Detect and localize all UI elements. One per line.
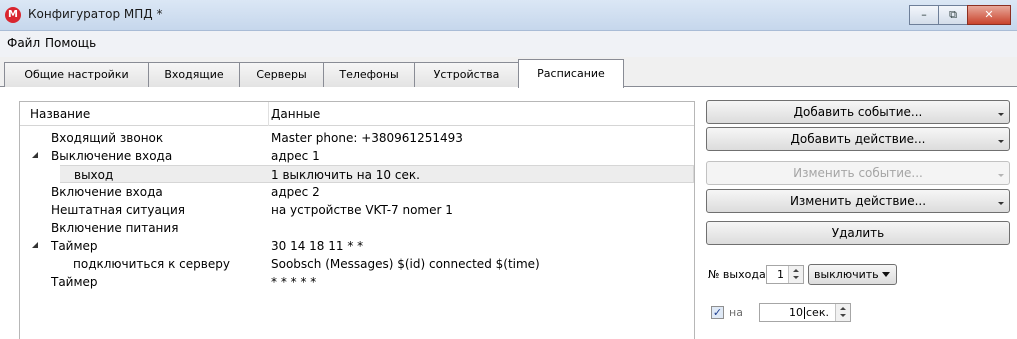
spin-up-icon[interactable] xyxy=(840,307,846,310)
row-data: Soobsch (Messages) $(id) connected $(tim… xyxy=(271,257,540,271)
schedule-panel: Название Данные Входящий звонок Master p… xyxy=(0,87,1017,339)
maximize-button[interactable]: ⧉ xyxy=(938,5,968,25)
duration-spinner[interactable]: 10 сек. xyxy=(759,303,851,322)
menu-file[interactable]: Файл xyxy=(7,36,40,50)
spin-down-icon[interactable] xyxy=(840,314,846,317)
app-logo-icon: М xyxy=(5,7,21,23)
edit-action-label: Изменить действие... xyxy=(789,194,927,208)
column-data-header[interactable]: Данные xyxy=(271,107,320,121)
add-action-label: Добавить действие... xyxy=(790,132,926,146)
row-name: выход xyxy=(74,168,114,182)
window-controls: – ⧉ ✕ xyxy=(909,5,1011,25)
tree-row[interactable]: подключиться к серверу Soobsch (Messages… xyxy=(20,255,694,273)
spin-down-icon[interactable] xyxy=(793,276,799,279)
tab-servers[interactable]: Серверы xyxy=(239,62,324,87)
close-icon: ✕ xyxy=(984,8,994,21)
tab-devices[interactable]: Устройства xyxy=(414,62,519,87)
expand-arrow-icon[interactable] xyxy=(32,152,38,158)
row-name: Включение питания xyxy=(51,221,179,235)
dropdown-arrow-icon xyxy=(998,140,1004,143)
schedule-tree[interactable]: Название Данные Входящий звонок Master p… xyxy=(19,101,695,339)
expand-arrow-icon[interactable] xyxy=(32,242,38,248)
menu-bar: Файл Помощь xyxy=(0,31,1017,57)
row-data: 1 выключить на 10 сек. xyxy=(271,168,420,182)
tree-row[interactable]: Входящий звонок Master phone: +380961251… xyxy=(20,129,694,147)
edit-event-label: Изменить событие... xyxy=(793,166,923,180)
duration-checkbox[interactable]: ✓ xyxy=(711,306,724,319)
tab-schedule[interactable]: Расписание xyxy=(518,59,624,88)
chevron-down-icon xyxy=(882,272,890,277)
output-number-value: 1 xyxy=(777,268,784,281)
column-name-header[interactable]: Название xyxy=(30,107,90,121)
tab-general[interactable]: Общие настройки xyxy=(4,62,149,87)
tree-header: Название Данные xyxy=(20,102,694,126)
spin-up-icon[interactable] xyxy=(793,269,799,272)
output-mode-select[interactable]: выключить xyxy=(808,264,897,285)
output-number-label: № выхода xyxy=(708,268,766,281)
row-name: Нештатная ситуация xyxy=(51,203,185,217)
row-name: Входящий звонок xyxy=(51,131,164,145)
add-event-button[interactable]: Добавить событие... xyxy=(706,100,1010,124)
row-name: Таймер xyxy=(51,239,98,253)
row-data: адрес 1 xyxy=(271,149,320,163)
spinner-buttons[interactable] xyxy=(835,304,850,321)
row-data: * * * * * xyxy=(271,275,317,289)
row-name: Таймер xyxy=(51,275,98,289)
output-mode-value: выключить xyxy=(814,268,879,281)
tree-row[interactable]: Таймер 30 14 18 11 * * xyxy=(20,237,694,255)
title-bar: М Конфигуратор МПД * – ⧉ ✕ xyxy=(0,0,1017,31)
tab-incoming[interactable]: Входящие xyxy=(148,62,240,87)
add-action-button[interactable]: Добавить действие... xyxy=(706,127,1010,151)
dropdown-arrow-icon xyxy=(998,113,1004,116)
delete-button[interactable]: Удалить xyxy=(706,221,1010,245)
edit-action-button[interactable]: Изменить действие... xyxy=(706,189,1010,213)
row-name: подключиться к серверу xyxy=(73,257,230,271)
row-name: Выключение входа xyxy=(51,149,173,163)
minimize-icon: – xyxy=(921,8,927,21)
tree-row[interactable]: Включение питания xyxy=(20,219,694,237)
output-number-spinner[interactable]: 1 xyxy=(766,265,804,284)
row-data: на устройстве VKT-7 nomer 1 xyxy=(271,203,453,217)
column-divider[interactable] xyxy=(268,102,269,126)
tree-row[interactable]: Таймер * * * * * xyxy=(20,273,694,291)
dropdown-arrow-icon xyxy=(998,202,1004,205)
tree-row[interactable]: Выключение входа адрес 1 xyxy=(20,147,694,165)
window-title: Конфигуратор МПД * xyxy=(28,7,163,21)
edit-event-button[interactable]: Изменить событие... xyxy=(706,161,1010,185)
tree-row[interactable]: Нештатная ситуация на устройстве VKT-7 n… xyxy=(20,201,694,219)
row-data: Master phone: +380961251493 xyxy=(271,131,463,145)
tree-row[interactable]: Включение входа адрес 2 xyxy=(20,183,694,201)
dropdown-arrow-icon xyxy=(998,174,1004,177)
add-event-label: Добавить событие... xyxy=(793,105,923,119)
tab-strip: Общие настройки Входящие Серверы Телефон… xyxy=(0,57,1017,88)
delete-label: Удалить xyxy=(831,226,885,240)
close-button[interactable]: ✕ xyxy=(967,5,1011,25)
row-name: Включение входа xyxy=(51,185,163,199)
row-data: 30 14 18 11 * * xyxy=(271,239,364,253)
tab-phones[interactable]: Телефоны xyxy=(323,62,415,87)
minimize-button[interactable]: – xyxy=(909,5,939,25)
duration-prefix-label: на xyxy=(729,306,743,319)
maximize-icon: ⧉ xyxy=(949,8,957,21)
tree-row-selected[interactable]: выход 1 выключить на 10 сек. xyxy=(60,165,694,183)
row-data: адрес 2 xyxy=(271,185,320,199)
duration-value: 10 сек. xyxy=(789,306,829,319)
menu-help[interactable]: Помощь xyxy=(45,36,96,50)
spinner-buttons[interactable] xyxy=(788,266,803,283)
